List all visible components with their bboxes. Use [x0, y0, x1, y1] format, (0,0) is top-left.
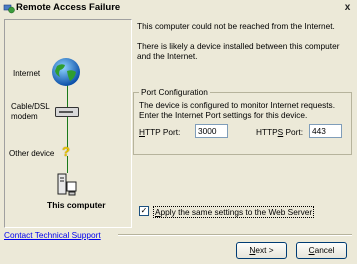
remote-access-icon	[3, 4, 15, 14]
modem-label-line2: modem	[11, 112, 38, 121]
footer-separator	[118, 234, 352, 236]
http-port-label-rest: TTP Port:	[145, 127, 181, 137]
question-icon: ?	[62, 144, 70, 159]
other-device-label: Other device	[9, 149, 55, 158]
network-diagram-panel: Internet Cable/DSL modem Other device ? …	[4, 19, 132, 228]
this-computer-label: This computer	[47, 200, 106, 210]
https-port-input[interactable]	[309, 124, 342, 138]
modem-icon	[55, 107, 79, 117]
next-rest: ext >	[255, 245, 274, 255]
port-configuration-description: The device is configured to monitor Inte…	[139, 100, 336, 120]
cancel-button[interactable]: Cancel	[296, 242, 347, 259]
https-port-label-pre: HTTP	[256, 127, 278, 137]
window-title: Remote Access Failure	[16, 2, 121, 13]
apply-web-server-checkbox[interactable]: ✓	[139, 206, 149, 216]
https-port-label: HTTPS Port:	[256, 127, 303, 137]
modem-label-line1: Cable/DSL	[11, 102, 50, 111]
contact-support-link[interactable]: Contact Technical Support	[4, 230, 101, 240]
message-line1: This computer could not be reached from …	[137, 21, 335, 31]
http-port-input[interactable]	[195, 124, 228, 138]
next-button[interactable]: Next >	[236, 242, 287, 259]
internet-label: Internet	[13, 69, 41, 78]
apply-label-rest: pply the same settings to the Web Server	[160, 207, 313, 217]
close-button[interactable]: x	[341, 2, 354, 14]
modem-label: Cable/DSL modem	[11, 102, 50, 122]
globe-icon	[52, 58, 80, 86]
message-line2: There is likely a device installed betwe…	[137, 41, 340, 61]
apply-web-server-label[interactable]: Apply the same settings to the Web Serve…	[153, 206, 315, 218]
http-port-label: HTTP Port:	[139, 127, 180, 137]
title-bar: Remote Access Failure x	[0, 0, 357, 17]
https-port-label-rest: Port:	[283, 127, 304, 137]
port-configuration-legend: Port Configuration	[139, 87, 210, 97]
cancel-rest: ancel	[314, 245, 335, 255]
computer-icon	[57, 173, 77, 196]
